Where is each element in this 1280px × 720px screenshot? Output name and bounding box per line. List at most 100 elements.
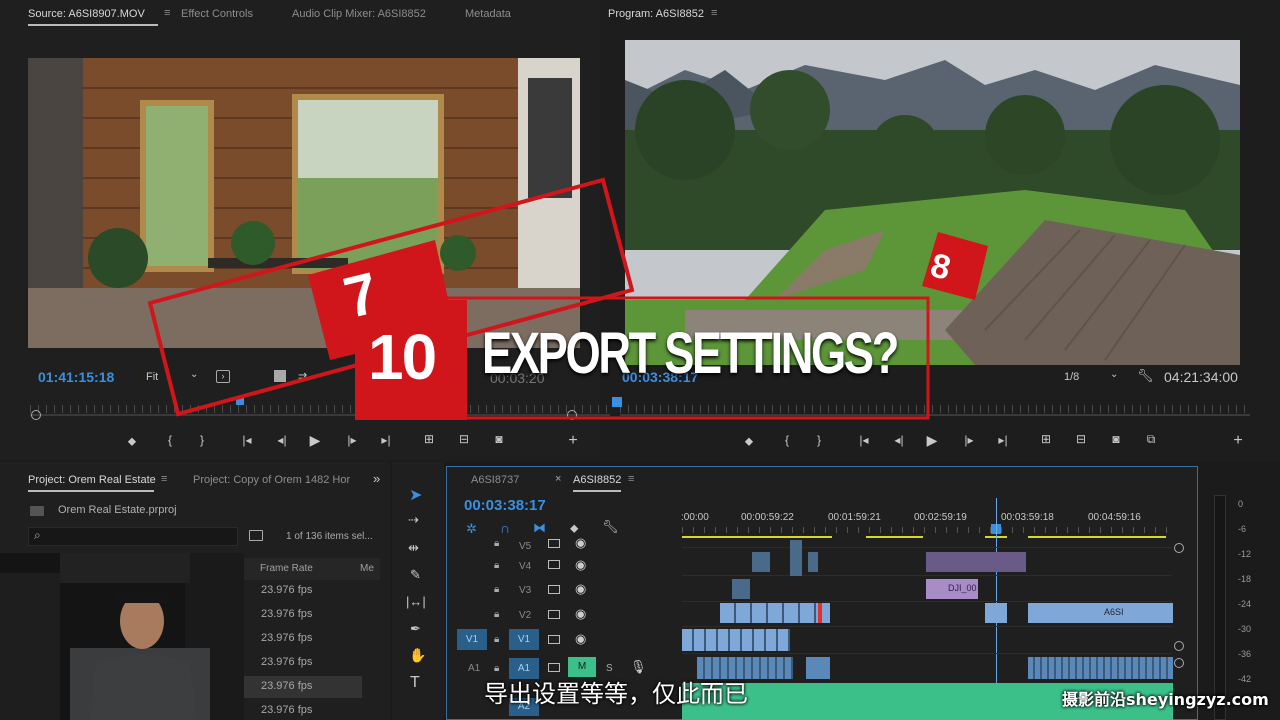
sync-lock-icon[interactable] bbox=[548, 585, 560, 594]
timeline-clip[interactable] bbox=[790, 540, 802, 576]
type-tool-icon[interactable]: T bbox=[410, 674, 420, 692]
eye-visibility-icon[interactable]: ◉ bbox=[575, 581, 586, 597]
selection-tool-icon[interactable]: ➤ bbox=[409, 485, 422, 505]
watermark: 摄影前沿sheyingzyz.com bbox=[1062, 690, 1269, 709]
track-v1-target[interactable]: V1 bbox=[509, 629, 539, 650]
track-select-tool-icon[interactable]: ⇢ bbox=[408, 512, 419, 528]
timeline-clip[interactable] bbox=[752, 552, 770, 572]
lock-icon[interactable]: 🔒︎ bbox=[494, 538, 499, 549]
list-item[interactable]: 23.976 fps bbox=[261, 632, 312, 644]
eye-visibility-icon[interactable]: ◉ bbox=[575, 606, 586, 622]
ruler-tick-label: 00:03:59:18 bbox=[1001, 512, 1054, 523]
track-v4-row[interactable] bbox=[682, 575, 1172, 576]
ripple-edit-tool-icon[interactable]: ⇹ bbox=[408, 540, 419, 556]
lock-icon[interactable]: 🔒︎ bbox=[494, 584, 499, 595]
tab-close-icon[interactable]: × bbox=[555, 473, 561, 485]
timeline-clip[interactable] bbox=[985, 603, 1007, 623]
audio-clip[interactable] bbox=[806, 657, 830, 679]
project-search-input[interactable] bbox=[28, 527, 238, 546]
lock-icon[interactable]: 🔒︎ bbox=[494, 560, 499, 571]
track-v5-row[interactable] bbox=[682, 547, 1172, 548]
timeline-clip[interactable]: A6SI bbox=[1028, 603, 1173, 623]
track-v4-label: V4 bbox=[519, 561, 532, 572]
timeline-clip[interactable] bbox=[732, 579, 750, 599]
slip-tool-icon[interactable]: |↔| bbox=[406, 594, 426, 609]
work-area-bar[interactable] bbox=[682, 536, 832, 538]
tab-project-copy[interactable]: Project: Copy of Orem 1482 Hor bbox=[193, 474, 350, 486]
project-file-icon bbox=[30, 506, 44, 516]
track-v2-label: V2 bbox=[519, 610, 532, 621]
video-subtitle: 导出设置等等，仅此而已 bbox=[484, 680, 748, 708]
list-item[interactable]: 23.976 fps bbox=[261, 704, 312, 716]
voiceover-mic-icon[interactable]: 🎙︎ bbox=[630, 659, 647, 675]
track-v5-label: V5 bbox=[519, 541, 532, 552]
list-item[interactable]: 23.976 fps bbox=[261, 656, 312, 668]
lock-icon[interactable]: 🔒︎ bbox=[494, 663, 499, 674]
project-file-name: Orem Real Estate.prproj bbox=[58, 504, 177, 516]
overlay-headline: EXPORT SETTINGS? bbox=[482, 321, 899, 386]
track-v2-row[interactable] bbox=[682, 626, 1172, 627]
track-v1-row[interactable] bbox=[682, 653, 1172, 654]
column-media[interactable]: Me bbox=[360, 563, 374, 574]
snap-magnet-icon[interactable]: ∩ bbox=[500, 520, 510, 536]
timeline-ruler-ticks[interactable] bbox=[682, 527, 1172, 533]
new-bin-icon[interactable] bbox=[249, 530, 263, 541]
tab-sequence-a6si8852[interactable]: A6SI8852 bbox=[573, 474, 621, 486]
sync-lock-icon[interactable] bbox=[548, 635, 560, 644]
meter-scale-label: -30 bbox=[1238, 624, 1252, 634]
lock-icon[interactable]: 🔒︎ bbox=[494, 609, 499, 620]
ruler-tick-label: 00:04:59:16 bbox=[1088, 512, 1141, 523]
timeline-settings-wrench-icon[interactable]: 🔧︎ bbox=[602, 519, 619, 535]
timeline-clip[interactable] bbox=[926, 552, 1026, 572]
tab-sequence-menu-icon[interactable]: ≡ bbox=[628, 473, 634, 485]
eye-visibility-icon[interactable]: ◉ bbox=[575, 535, 586, 551]
list-item[interactable]: 23.976 fps bbox=[261, 680, 312, 692]
add-marker-timeline-icon[interactable]: ⬥ bbox=[570, 521, 578, 536]
timeline-timecode[interactable]: 00:03:38:17 bbox=[464, 497, 546, 514]
pen-tool-icon[interactable]: ✒ bbox=[410, 621, 421, 637]
timeline-vscroll-knob[interactable] bbox=[1174, 543, 1184, 553]
sync-lock-icon[interactable] bbox=[548, 610, 560, 619]
sync-lock-icon[interactable] bbox=[548, 663, 560, 672]
meter-scale-label: -36 bbox=[1238, 649, 1252, 659]
timeline-clip[interactable] bbox=[682, 629, 790, 651]
meter-scale-label: 0 bbox=[1238, 499, 1244, 509]
webcam-presenter-image bbox=[0, 553, 244, 720]
hand-tool-icon[interactable]: ✋ bbox=[409, 647, 426, 664]
solo-button[interactable]: S bbox=[606, 663, 613, 674]
meter-scale-label: -42 bbox=[1238, 674, 1252, 684]
lock-icon[interactable]: 🔒︎ bbox=[494, 634, 499, 645]
nest-toggle-icon[interactable]: ✲ bbox=[466, 521, 477, 537]
tab-project-underline bbox=[28, 490, 154, 492]
source-patch-a1[interactable]: A1 bbox=[468, 663, 480, 674]
sync-lock-icon[interactable] bbox=[548, 560, 560, 569]
eye-visibility-icon[interactable]: ◉ bbox=[575, 631, 586, 647]
timeline-clip[interactable] bbox=[720, 603, 830, 623]
source-patch-v1[interactable]: V1 bbox=[457, 629, 487, 650]
ruler-tick-label: 00:01:59:21 bbox=[828, 512, 881, 523]
list-item[interactable]: 23.976 fps bbox=[261, 608, 312, 620]
more-panels-icon[interactable]: » bbox=[373, 471, 380, 486]
search-icon: ⌕ bbox=[34, 528, 41, 542]
list-item[interactable]: 23.976 fps bbox=[261, 584, 312, 596]
column-frame-rate[interactable]: Frame Rate bbox=[260, 563, 313, 574]
timeline-vscroll-knob[interactable] bbox=[1174, 658, 1184, 668]
timeline-clip[interactable] bbox=[808, 552, 818, 572]
timeline-clip[interactable] bbox=[818, 603, 822, 623]
tab-sequence-underline bbox=[573, 490, 621, 492]
tab-sequence-a6si8737[interactable]: A6SI8737 bbox=[471, 474, 519, 486]
audio-clip[interactable] bbox=[1028, 657, 1173, 679]
tab-project-orem[interactable]: Project: Orem Real Estate bbox=[28, 474, 156, 486]
linked-selection-icon[interactable]: ⧓ bbox=[533, 520, 546, 536]
work-area-bar[interactable] bbox=[1028, 536, 1166, 538]
timeline-clip[interactable]: DJI_00 bbox=[926, 579, 978, 599]
work-area-bar[interactable] bbox=[866, 536, 923, 538]
razor-tool-icon[interactable]: ✎ bbox=[410, 567, 421, 583]
tab-project-menu-icon[interactable]: ≡ bbox=[161, 473, 167, 485]
track-v3-row[interactable] bbox=[682, 601, 1172, 602]
eye-visibility-icon[interactable]: ◉ bbox=[575, 557, 586, 573]
track-v3-label: V3 bbox=[519, 585, 532, 596]
sync-lock-icon[interactable] bbox=[548, 539, 560, 548]
item-count: 1 of 136 items sel... bbox=[286, 531, 373, 542]
timeline-vscroll-knob[interactable] bbox=[1174, 641, 1184, 651]
